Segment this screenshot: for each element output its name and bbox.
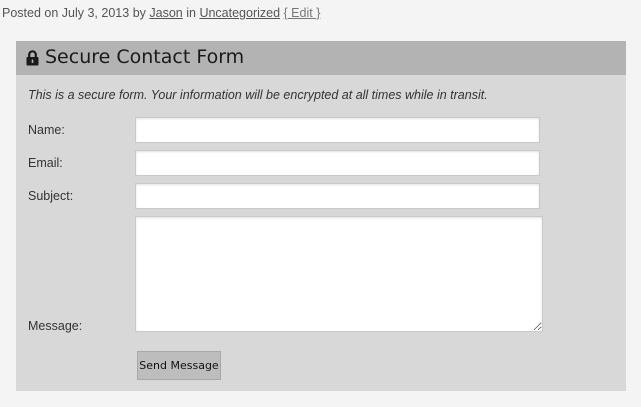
post-date: July 3, 2013 — [61, 6, 130, 20]
in-text: in — [186, 6, 196, 20]
lock-icon — [26, 50, 39, 66]
form-title: Secure Contact Form — [45, 46, 245, 68]
name-field[interactable] — [135, 117, 540, 143]
edit-link[interactable]: { Edit } — [284, 6, 321, 20]
message-label: Message: — [28, 319, 83, 333]
category-link[interactable]: Uncategorized — [199, 6, 280, 20]
form-intro: This is a secure form. Your information … — [28, 88, 488, 102]
subject-field[interactable] — [135, 183, 540, 209]
post-meta: Posted on July 3, 2013 by Jason in Uncat… — [2, 6, 320, 20]
send-message-button[interactable]: Send Message — [137, 351, 221, 380]
by-text: by — [132, 6, 146, 20]
secure-contact-form: Secure Contact Form This is a secure for… — [16, 41, 626, 391]
email-label: Email: — [28, 156, 63, 170]
email-field[interactable] — [135, 150, 540, 176]
subject-label: Subject: — [28, 189, 74, 203]
message-field[interactable] — [135, 216, 543, 332]
name-label: Name: — [28, 123, 65, 137]
author-link[interactable]: Jason — [149, 6, 182, 20]
posted-on-prefix: Posted on — [2, 6, 59, 20]
form-header: Secure Contact Form — [16, 41, 626, 75]
